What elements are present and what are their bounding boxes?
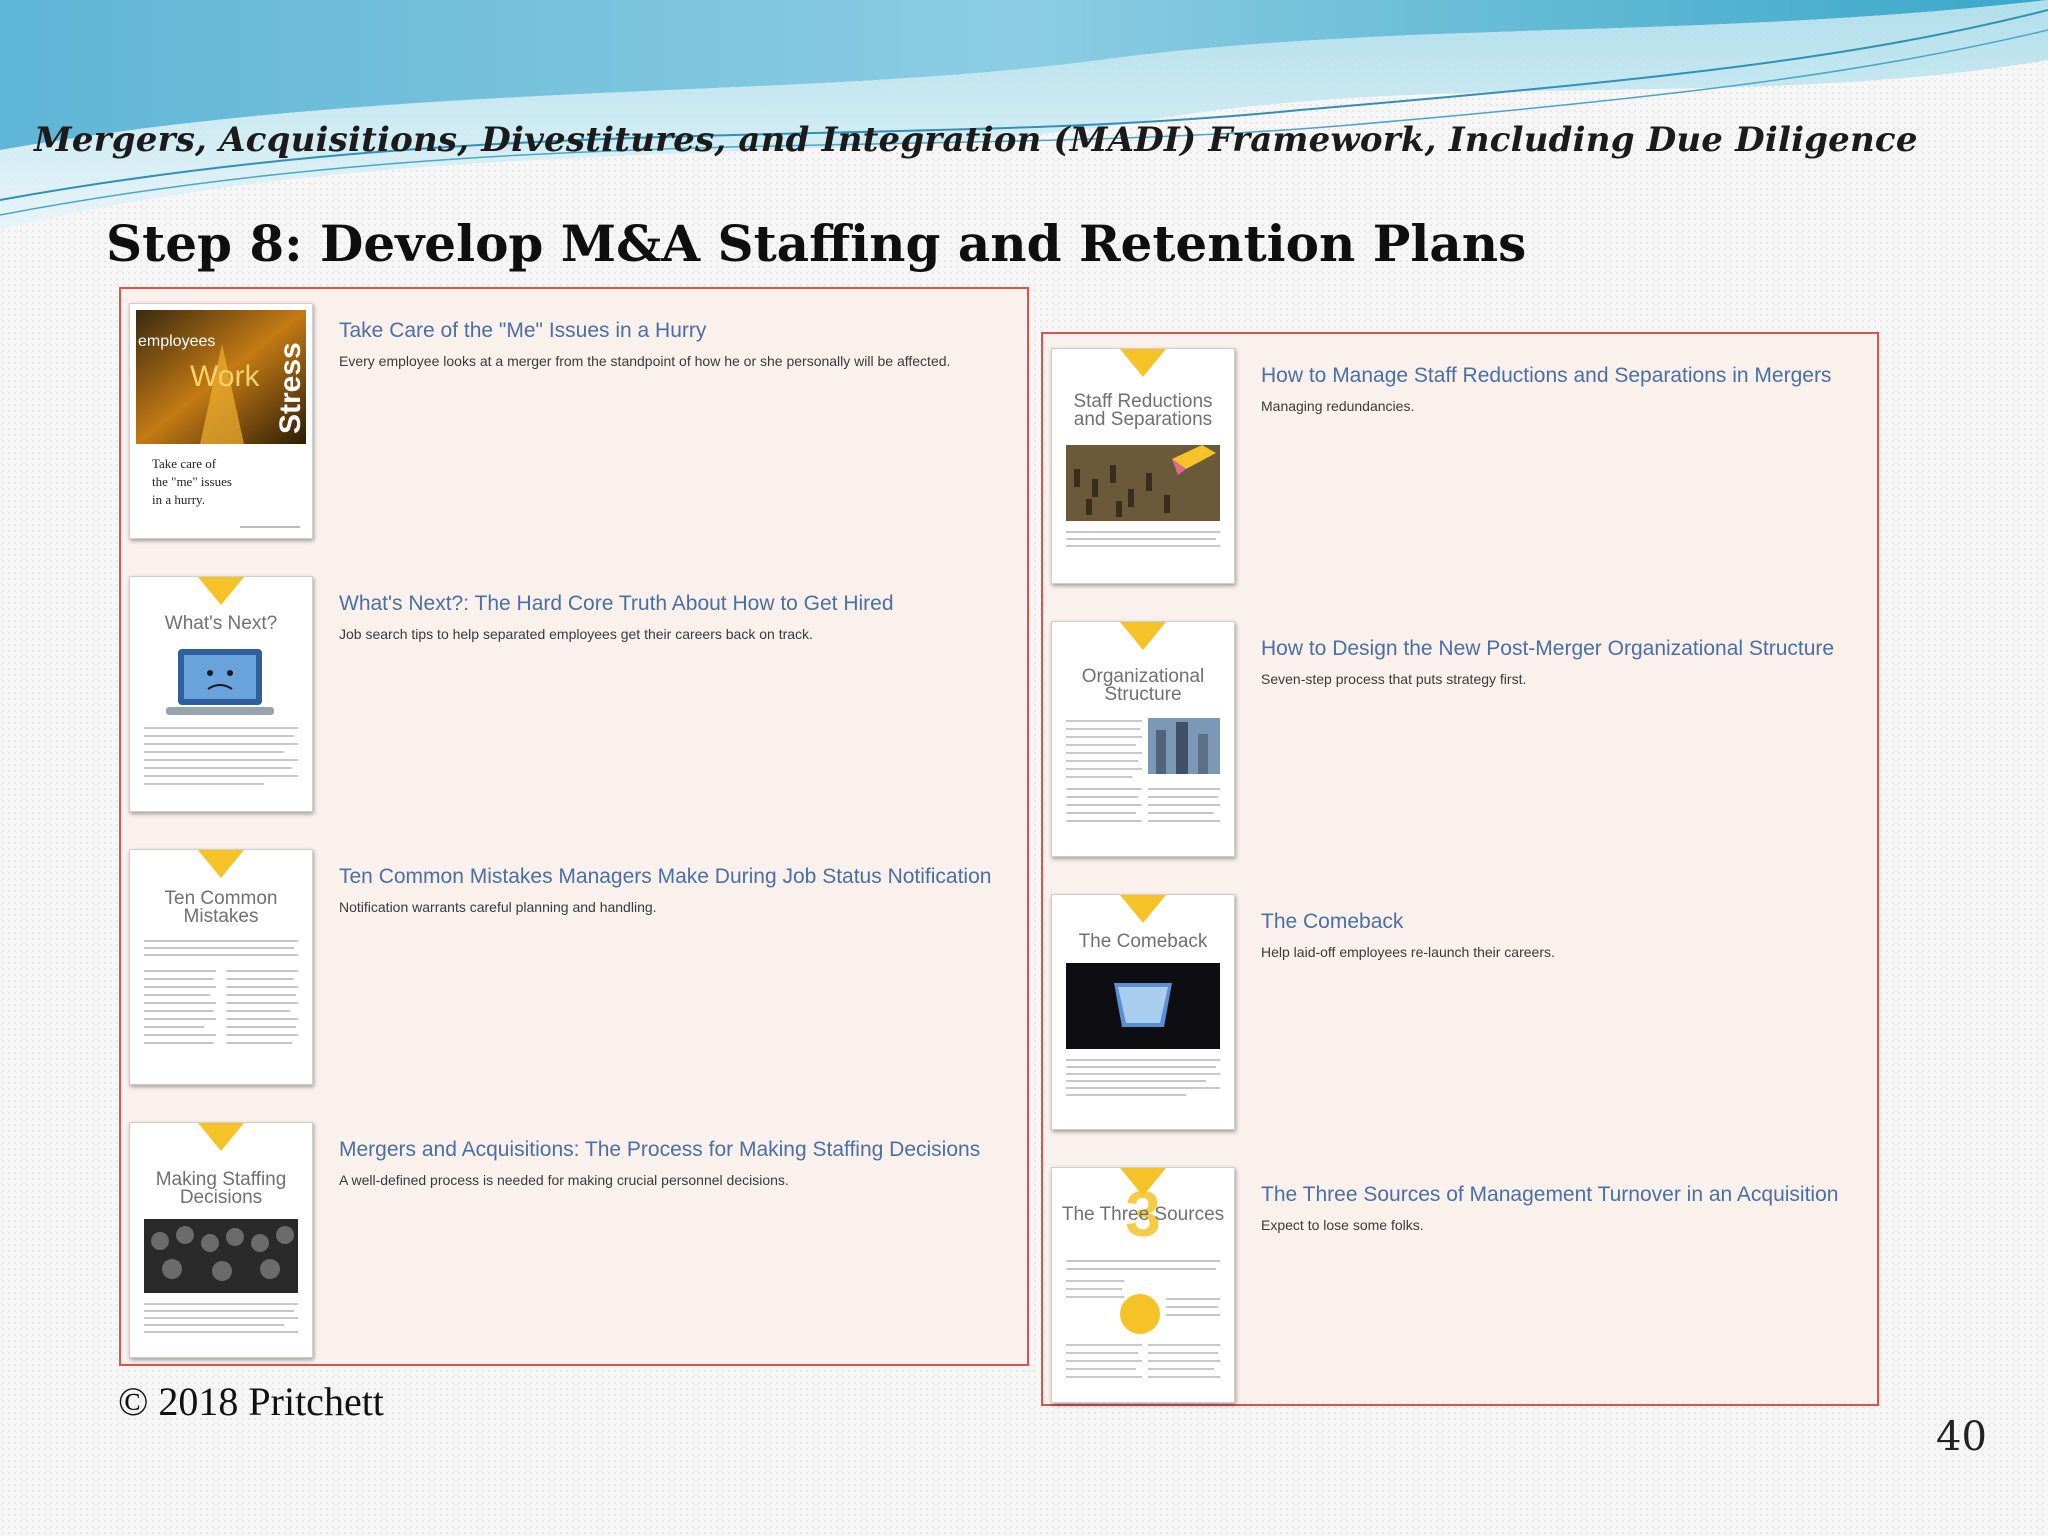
resource-title-link[interactable]: How to Design the New Post-Merger Organi… (1261, 637, 1834, 661)
copyright-notice: © 2018 Pritchett (118, 1379, 384, 1424)
resource-title-link[interactable]: Mergers and Acquisitions: The Process fo… (339, 1138, 980, 1162)
resource-item: Stress Work employees Take care of the "… (121, 303, 1027, 543)
resource-title-link[interactable]: The Comeback (1261, 910, 1403, 934)
resource-title-link[interactable]: Ten Common Mistakes Managers Make During… (339, 865, 991, 889)
resource-item: Making Staffing Decisions Mergers and Ac… (121, 1122, 1027, 1362)
cover-word-employees: employees (138, 333, 215, 350)
resource-description: Help laid-off employees re-launch their … (1261, 944, 1555, 960)
cover-title: The Three Sources (1061, 1204, 1225, 1225)
cover-thumbnail-staffing-decisions[interactable]: Making Staffing Decisions (129, 1122, 313, 1358)
cover-thumbnail-org-structure[interactable]: Organizational Structure (1051, 621, 1235, 857)
resource-item: 3 The Three Sources The Three Sources of… (1043, 1167, 1877, 1407)
cover-title: Organizational Structure (1081, 666, 1205, 705)
resource-item: Ten Common Mistakes Ten Common Mistakes … (121, 849, 1027, 1089)
cover-thumbnail-whats-next[interactable]: What's Next? (129, 576, 313, 812)
cover-title: Staff Reductions and Separations (1073, 391, 1213, 430)
cover-word-stress: Stress (274, 342, 307, 434)
cover-title: The Comeback (1078, 931, 1208, 952)
resource-title-link[interactable]: How to Manage Staff Reductions and Separ… (1261, 364, 1831, 388)
resource-item: Staff Reductions and Separations How to … (1043, 348, 1877, 588)
cover-thumbnail-staff-reductions[interactable]: Staff Reductions and Separations (1051, 348, 1235, 584)
cover-title: Ten Common Mistakes (164, 888, 278, 927)
step-title: Step 8: Develop M&A Staffing and Retenti… (106, 214, 1527, 273)
cover-title: What's Next? (164, 613, 278, 634)
cover-thumbnail-me-issues[interactable]: Stress Work employees Take care of the "… (129, 303, 313, 539)
resource-description: A well-defined process is needed for mak… (339, 1172, 789, 1188)
cover-title: Making Staffing Decisions (155, 1169, 287, 1208)
resource-description: Notification warrants careful planning a… (339, 899, 657, 915)
right-resource-panel: Staff Reductions and Separations How to … (1041, 332, 1879, 1406)
resource-description: Seven-step process that puts strategy fi… (1261, 671, 1527, 687)
framework-title: Mergers, Acquisitions, Divestitures, and… (34, 120, 1918, 160)
cover-thumbnail-the-comeback[interactable]: The Comeback (1051, 894, 1235, 1130)
resource-title-link[interactable]: The Three Sources of Management Turnover… (1261, 1183, 1838, 1207)
resource-item: What's Next? What's Next?: The Hard Core… (121, 576, 1027, 816)
cover-thumbnail-three-sources[interactable]: 3 The Three Sources (1051, 1167, 1235, 1403)
resource-item: The Comeback The Comeback Help laid-off … (1043, 894, 1877, 1134)
cover-line-3: in a hurry. (152, 492, 205, 507)
resource-description: Job search tips to help separated employ… (339, 626, 813, 642)
cover-word-work: Work (190, 360, 260, 393)
resource-title-link[interactable]: What's Next?: The Hard Core Truth About … (339, 592, 894, 616)
cover-line-2: the "me" issues (152, 474, 232, 489)
resource-title-link[interactable]: Take Care of the "Me" Issues in a Hurry (339, 319, 706, 343)
resource-description: Every employee looks at a merger from th… (339, 353, 951, 369)
page-number: 40 (1936, 1414, 1987, 1460)
left-resource-panel: Stress Work employees Take care of the "… (119, 287, 1029, 1366)
resource-description: Managing redundancies. (1261, 398, 1415, 414)
resource-description: Expect to lose some folks. (1261, 1217, 1424, 1233)
cover-thumbnail-ten-mistakes[interactable]: Ten Common Mistakes (129, 849, 313, 1085)
cover-line-1: Take care of (152, 456, 217, 471)
resource-item: Organizational Structure How to Design t… (1043, 621, 1877, 861)
